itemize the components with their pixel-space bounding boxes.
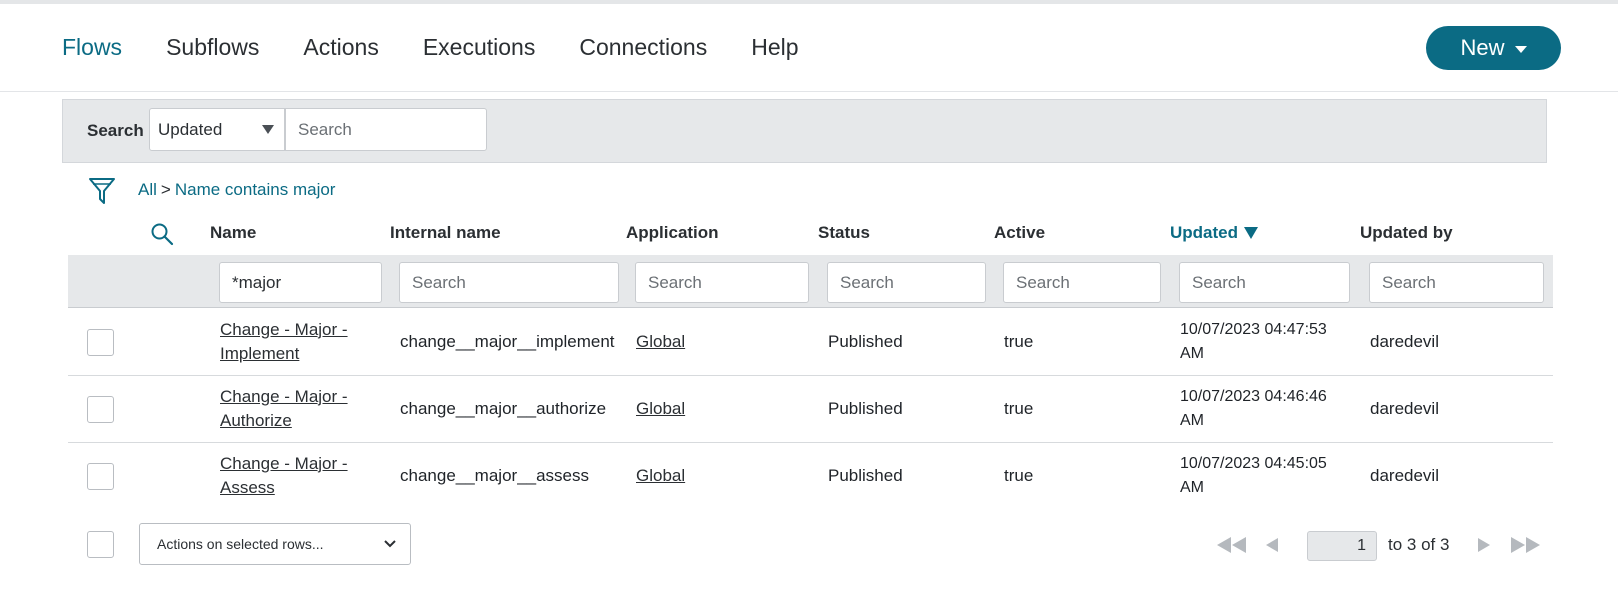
breadcrumb-condition[interactable]: Name contains major xyxy=(175,180,336,199)
column-header-internal-name[interactable]: Internal name xyxy=(390,223,501,243)
active-cell: true xyxy=(1004,466,1034,485)
nav-actions[interactable]: Actions xyxy=(303,34,378,61)
table-row: Change - Major - Authorize change__major… xyxy=(68,376,1553,443)
nav-subflows[interactable]: Subflows xyxy=(166,34,259,61)
column-header-application[interactable]: Application xyxy=(626,223,719,243)
dropdown-triangle-icon xyxy=(262,125,274,134)
updated-line: AM xyxy=(1180,479,1204,496)
chevron-down-icon xyxy=(384,540,396,548)
breadcrumb-separator: > xyxy=(160,180,171,199)
row-checkbox[interactable] xyxy=(87,463,114,490)
updated-line: AM xyxy=(1180,345,1204,362)
active-cell: true xyxy=(1004,399,1034,418)
column-header-updated[interactable]: Updated xyxy=(1170,223,1258,243)
column-header-updated-label: Updated xyxy=(1170,223,1238,242)
updated-by-cell: daredevil xyxy=(1370,466,1439,485)
page-range-text: to 3 of 3 xyxy=(1388,535,1450,554)
flow-name-line: Change - Major - xyxy=(220,320,348,339)
status-cell: Published xyxy=(828,399,903,418)
filter-application-input[interactable] xyxy=(635,262,809,303)
updated-by-cell: daredevil xyxy=(1370,399,1439,418)
updated-by-cell: daredevil xyxy=(1370,332,1439,351)
filter-active-input[interactable] xyxy=(1003,262,1161,303)
updated-cell: 10/07/2023 04:46:46 AM xyxy=(1180,385,1327,433)
status-cell: Published xyxy=(828,332,903,351)
search-bar: Search Updated xyxy=(62,99,1547,163)
filter-status-input[interactable] xyxy=(827,262,986,303)
flow-name-line: Assess xyxy=(220,478,275,497)
sort-descending-icon xyxy=(1244,227,1258,239)
first-page-icon[interactable] xyxy=(1213,535,1249,555)
search-field-value: Updated xyxy=(158,120,223,139)
flow-name-line: Change - Major - xyxy=(220,387,348,406)
breadcrumb-all[interactable]: All xyxy=(138,180,157,199)
next-page-icon[interactable] xyxy=(1475,535,1493,555)
internal-name-cell: change__major__authorize xyxy=(400,399,607,418)
actions-on-selected-select[interactable]: Actions on selected rows... xyxy=(139,523,411,565)
nav-executions[interactable]: Executions xyxy=(423,34,536,61)
application-link[interactable]: Global xyxy=(636,464,685,488)
nav-flows[interactable]: Flows xyxy=(62,34,122,61)
previous-page-icon[interactable] xyxy=(1263,535,1281,555)
internal-name-cell: change__major__implement xyxy=(400,332,615,351)
updated-line: 10/07/2023 04:47:53 xyxy=(1180,321,1327,338)
filter-updated-by-input[interactable] xyxy=(1369,262,1544,303)
flow-name-link[interactable]: Change - Major - Assess xyxy=(220,452,348,500)
flow-name-link[interactable]: Change - Major - Authorize xyxy=(220,385,348,433)
nav-connections[interactable]: Connections xyxy=(579,34,707,61)
search-field-select[interactable]: Updated xyxy=(149,108,285,151)
filter-funnel-icon[interactable] xyxy=(88,176,116,206)
table-row: Change - Major - Assess change__major__a… xyxy=(68,443,1553,510)
last-page-icon[interactable] xyxy=(1508,535,1544,555)
updated-cell: 10/07/2023 04:45:05 AM xyxy=(1180,452,1327,500)
nav-help[interactable]: Help xyxy=(751,34,798,61)
application-link[interactable]: Global xyxy=(636,330,685,354)
updated-line: 10/07/2023 04:46:46 xyxy=(1180,388,1327,405)
column-header-active[interactable]: Active xyxy=(994,223,1045,243)
row-checkbox[interactable] xyxy=(87,329,114,356)
active-cell: true xyxy=(1004,332,1034,351)
flow-name-line: Implement xyxy=(220,344,300,363)
page-number-input[interactable] xyxy=(1307,531,1377,561)
column-header-status[interactable]: Status xyxy=(818,223,870,243)
column-header-name[interactable]: Name xyxy=(210,223,256,243)
filter-updated-input[interactable] xyxy=(1179,262,1350,303)
search-icon[interactable] xyxy=(150,222,174,246)
search-label: Search xyxy=(87,121,144,140)
updated-line: 10/07/2023 04:45:05 xyxy=(1180,455,1327,472)
row-checkbox[interactable] xyxy=(87,396,114,423)
updated-cell: 10/07/2023 04:47:53 AM xyxy=(1180,318,1327,366)
flow-name-line: Authorize xyxy=(220,411,292,430)
search-input[interactable] xyxy=(285,108,487,151)
application-link[interactable]: Global xyxy=(636,397,685,421)
filter-internal-name-input[interactable] xyxy=(399,262,619,303)
actions-select-label: Actions on selected rows... xyxy=(157,536,324,552)
flow-name-line: Change - Major - xyxy=(220,454,348,473)
column-filter-row xyxy=(68,255,1553,308)
caret-down-icon xyxy=(1514,46,1527,53)
table-row: Change - Major - Implement change__major… xyxy=(68,309,1553,376)
flow-name-link[interactable]: Change - Major - Implement xyxy=(220,318,348,366)
new-button-label: New xyxy=(1460,35,1505,60)
internal-name-cell: change__major__assess xyxy=(400,466,590,485)
filter-name-input[interactable] xyxy=(219,262,382,303)
app-header: Flows Subflows Actions Executions Connec… xyxy=(0,4,1618,92)
status-cell: Published xyxy=(828,466,903,485)
breadcrumb: All > Name contains major xyxy=(138,180,335,200)
select-all-checkbox[interactable] xyxy=(87,531,114,558)
main-nav: Flows Subflows Actions Executions Connec… xyxy=(62,34,843,61)
new-button[interactable]: New xyxy=(1426,26,1561,70)
updated-line: AM xyxy=(1180,412,1204,429)
column-header-updated-by[interactable]: Updated by xyxy=(1360,223,1453,243)
